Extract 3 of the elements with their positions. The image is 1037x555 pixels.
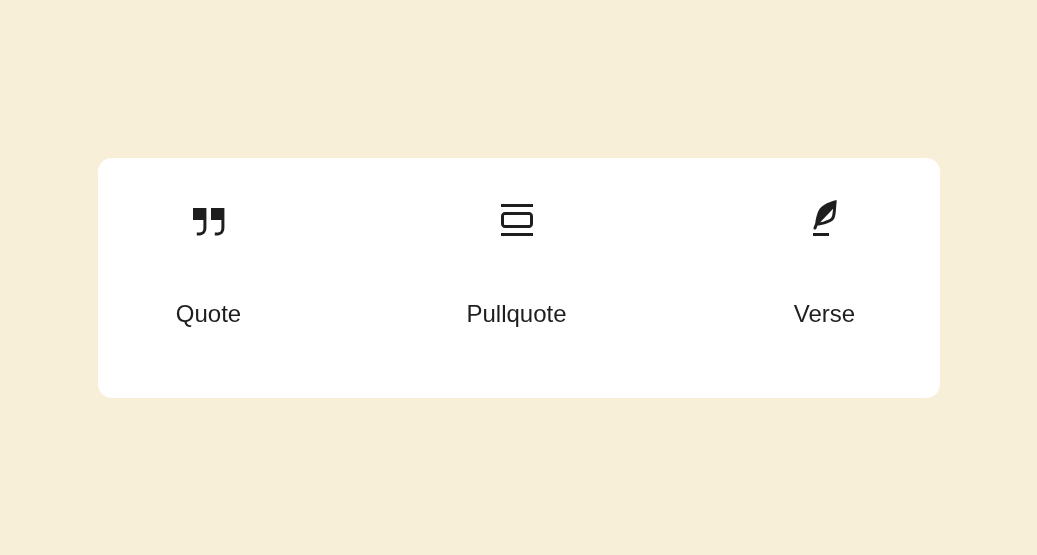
- block-option[interactable]: Verse: [744, 195, 905, 328]
- block-option[interactable]: Pullquote: [436, 195, 597, 328]
- block-option[interactable]: Quote: [128, 195, 289, 328]
